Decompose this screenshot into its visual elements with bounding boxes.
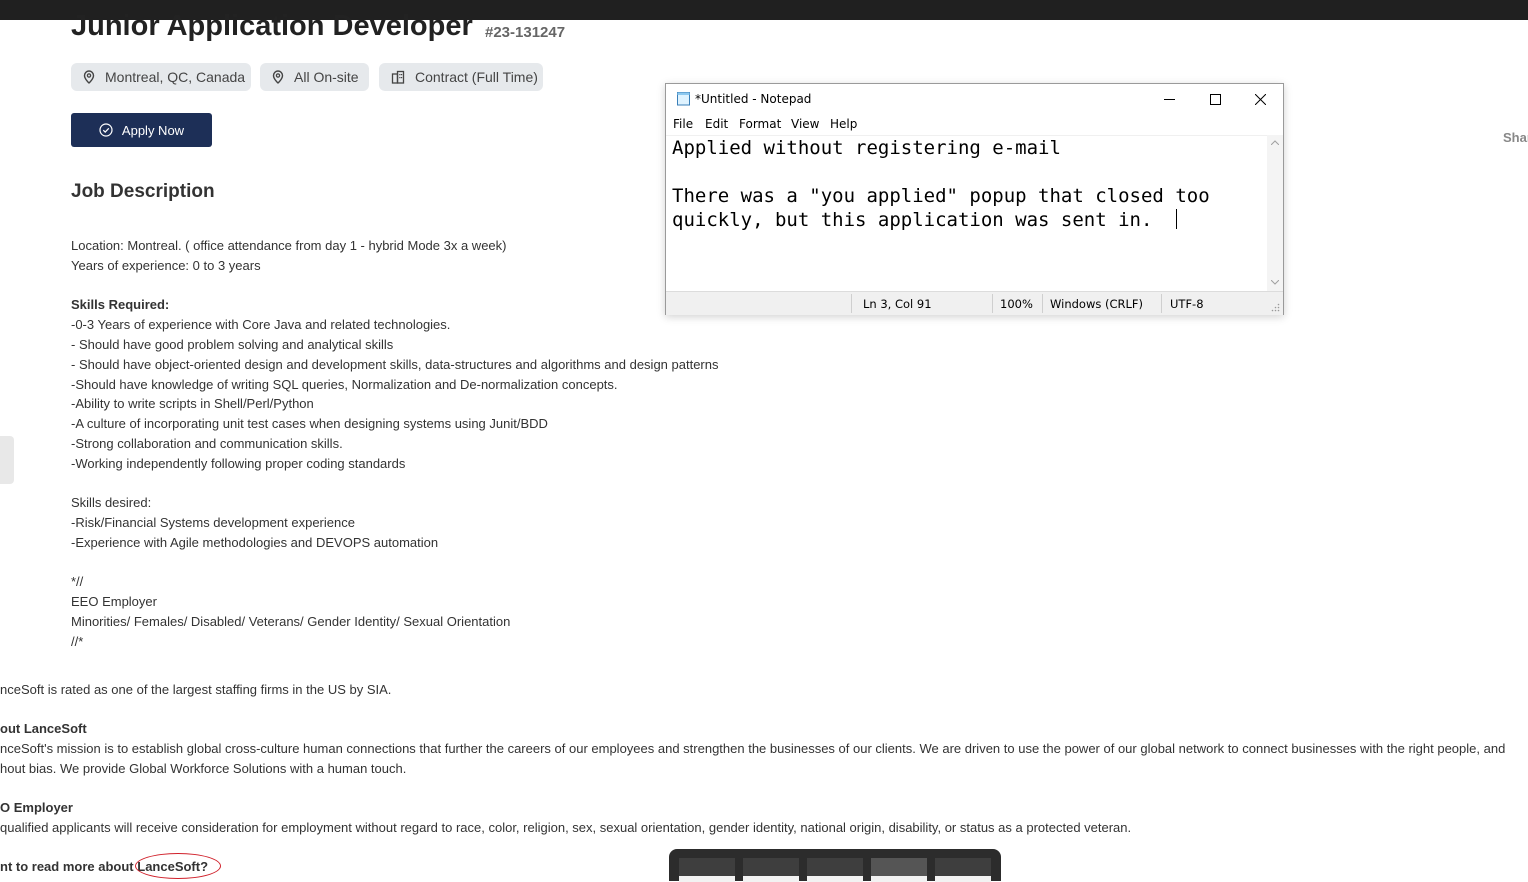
description-line: -Should have knowledge of writing SQL qu… [71,377,618,392]
vertical-scrollbar[interactable] [1267,135,1283,291]
description-line: Location: Montreal. ( office attendance … [71,238,507,253]
line-ending: Windows (CRLF) [1050,297,1144,311]
taskbar-thumbnail[interactable] [935,858,991,882]
description-line: -A culture of incorporating unit test ca… [71,416,548,431]
taskbar-thumbnail[interactable] [679,858,735,882]
description-line: //* [71,634,84,649]
check-circle-icon [99,123,113,137]
skills-desired-heading: Skills desired: [71,495,152,510]
description-line: EEO Employer [71,594,157,609]
eeo-text: qualified applicants will receive consid… [0,820,1132,835]
about-company-heading: out LanceSoft [0,721,87,736]
close-button[interactable] [1237,84,1283,114]
close-icon [1254,93,1266,105]
location-tag: Montreal, QC, Canada [71,63,251,91]
description-line: -Risk/Financial Systems development expe… [71,515,355,530]
description-line: Minorities/ Females/ Disabled/ Veterans/… [71,614,511,629]
notepad-title: *Untitled - Notepad [695,92,812,106]
description-line: -Ability to write scripts in Shell/Perl/… [71,396,314,411]
description-line: -Experience with Agile methodologies and… [71,535,439,550]
workplace-label: All On-site [294,69,359,85]
company-mission-text: hout bias. We provide Global Workforce S… [0,761,407,776]
side-feedback-tab[interactable] [0,436,14,484]
maximize-icon [1209,93,1221,105]
encoding: UTF-8 [1170,297,1204,311]
job-id: #23-131247 [485,24,566,41]
apply-now-button[interactable]: Apply Now [71,113,212,147]
description-line: - Should have object-oriented design and… [71,357,719,372]
menu-view[interactable]: View [791,117,819,131]
description-line: Years of experience: 0 to 3 years [71,258,261,273]
cursor-position: Ln 3, Col 91 [863,297,932,311]
notepad-text-line: quickly, but this application was sent i… [672,209,1153,231]
employment-type-label: Contract (Full Time) [415,69,538,85]
location-label: Montreal, QC, Canada [105,69,246,85]
notepad-window[interactable]: *Untitled - Notepad File Edit Format Vie… [665,83,1284,315]
description-line: -Working independently following proper … [71,456,406,471]
status-divider [851,294,852,313]
scroll-down-icon [1271,280,1279,285]
zoom-level: 100% [1000,297,1033,311]
taskbar-thumbnail[interactable] [743,858,799,882]
map-pin-icon [83,70,95,84]
status-divider [992,294,993,313]
status-divider [1161,294,1162,313]
taskbar-thumbnail[interactable] [871,858,927,882]
menu-format[interactable]: Format [739,117,781,131]
annotation-circle [135,853,221,879]
scroll-up-icon [1271,140,1279,145]
job-description-heading: Job Description [71,181,215,202]
apply-now-label: Apply Now [121,122,185,138]
description-line: -Strong collaboration and communication … [71,436,343,451]
skills-required-heading: Skills Required: [71,297,170,312]
description-line: - Should have good problem solving and a… [71,337,394,352]
minimize-button[interactable] [1146,84,1192,114]
company-rating-text: nceSoft is rated as one of the largest s… [0,682,392,697]
menu-edit[interactable]: Edit [705,117,728,131]
minimize-icon [1163,98,1175,100]
text-caret [1176,209,1177,229]
taskbar-thumbnail[interactable] [807,858,863,882]
taskbar-preview [669,849,1001,882]
maximize-button[interactable] [1192,84,1238,114]
notepad-text-line: Applied without registering e-mail [672,137,1061,159]
workplace-tag: All On-site [260,63,369,91]
menu-help[interactable]: Help [830,117,857,131]
notepad-icon [677,92,690,106]
notepad-text-line: There was a "you applied" popup that clo… [672,185,1210,207]
employment-type-tag: Contract (Full Time) [379,63,543,91]
share-label[interactable]: Shar [1503,130,1528,145]
status-divider [1042,294,1043,313]
menu-file[interactable]: File [673,117,693,131]
building-icon [391,70,405,84]
map-pin-icon [272,70,284,84]
read-more-prefix: nt to read more about [0,859,134,874]
description-line: *// [71,574,84,589]
company-mission-text: nceSoft's mission is to establish global… [0,741,1506,756]
notepad-status-bar: Ln 3, Col 91 100% Windows (CRLF) UTF-8 [666,291,1283,315]
resize-grip-icon[interactable] [1271,303,1280,312]
eeo-heading: O Employer [0,800,73,815]
job-title: Junior Application Developer [71,10,473,42]
description-line: -0-3 Years of experience with Core Java … [71,317,451,332]
